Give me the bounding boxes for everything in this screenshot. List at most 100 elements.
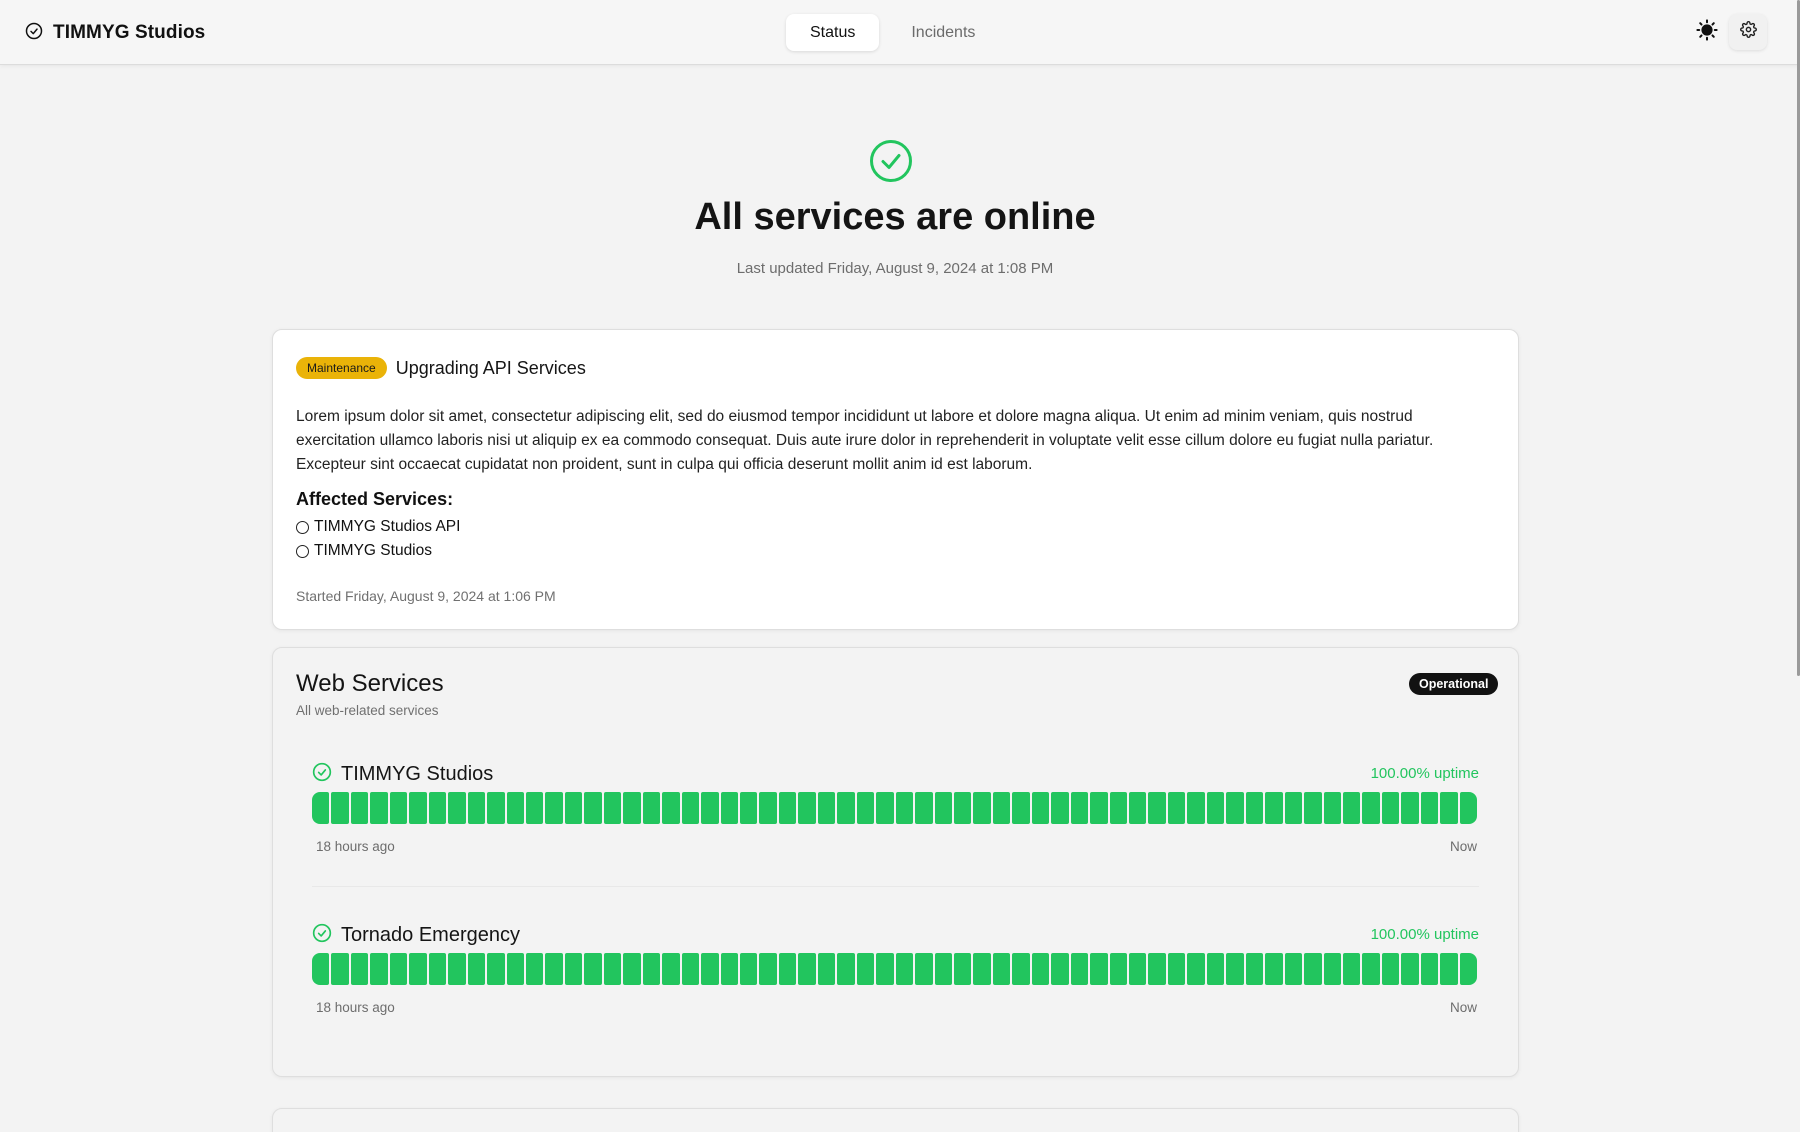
uptime-segment[interactable]: [603, 953, 622, 985]
uptime-segment[interactable]: [798, 792, 816, 824]
uptime-segment[interactable]: [1012, 792, 1030, 824]
uptime-segment[interactable]: [1343, 953, 1361, 985]
uptime-segment[interactable]: [953, 792, 972, 824]
uptime-segment[interactable]: [584, 953, 602, 985]
uptime-segment[interactable]: [1265, 953, 1283, 985]
uptime-segment[interactable]: [934, 792, 952, 824]
uptime-segment[interactable]: [759, 953, 777, 985]
uptime-segment[interactable]: [1362, 792, 1380, 824]
uptime-segment[interactable]: [506, 792, 524, 824]
uptime-segment[interactable]: [1206, 792, 1225, 824]
uptime-segment[interactable]: [370, 953, 388, 985]
uptime-segment[interactable]: [1070, 953, 1089, 985]
uptime-segment[interactable]: [1109, 792, 1128, 824]
uptime-segment[interactable]: [1401, 792, 1419, 824]
uptime-segment[interactable]: [467, 792, 486, 824]
tab-status[interactable]: Status: [786, 14, 880, 51]
uptime-segment[interactable]: [915, 953, 933, 985]
uptime-segment[interactable]: [525, 953, 544, 985]
uptime-segment[interactable]: [487, 953, 505, 985]
uptime-segment[interactable]: [1051, 792, 1069, 824]
uptime-segment[interactable]: [448, 953, 466, 985]
uptime-segment[interactable]: [1167, 792, 1186, 824]
uptime-segment[interactable]: [837, 792, 855, 824]
uptime-segment[interactable]: [1459, 792, 1478, 824]
uptime-segment[interactable]: [1440, 953, 1458, 985]
uptime-segment[interactable]: [564, 953, 583, 985]
uptime-segment[interactable]: [428, 953, 447, 985]
uptime-segment[interactable]: [992, 792, 1011, 824]
uptime-segment[interactable]: [953, 953, 972, 985]
uptime-segment[interactable]: [1031, 792, 1050, 824]
uptime-segment[interactable]: [312, 792, 330, 824]
uptime-segment[interactable]: [1167, 953, 1186, 985]
uptime-segment[interactable]: [739, 953, 758, 985]
uptime-segment[interactable]: [623, 792, 641, 824]
uptime-segment[interactable]: [409, 792, 427, 824]
uptime-segment[interactable]: [448, 792, 466, 824]
uptime-segment[interactable]: [1401, 953, 1419, 985]
uptime-segment[interactable]: [1304, 792, 1322, 824]
uptime-segment[interactable]: [876, 953, 894, 985]
uptime-segment[interactable]: [1226, 953, 1244, 985]
tab-incidents[interactable]: Incidents: [887, 14, 999, 51]
uptime-segment[interactable]: [992, 953, 1011, 985]
uptime-segment[interactable]: [603, 792, 622, 824]
uptime-segment[interactable]: [350, 953, 369, 985]
uptime-segment[interactable]: [525, 792, 544, 824]
uptime-segment[interactable]: [876, 792, 894, 824]
uptime-segment[interactable]: [681, 792, 700, 824]
uptime-segment[interactable]: [642, 953, 661, 985]
uptime-segment[interactable]: [837, 953, 855, 985]
uptime-segment[interactable]: [584, 792, 602, 824]
uptime-segment[interactable]: [370, 792, 388, 824]
uptime-segment[interactable]: [1129, 953, 1147, 985]
uptime-segment[interactable]: [720, 953, 738, 985]
uptime-segment[interactable]: [915, 792, 933, 824]
uptime-segment[interactable]: [1070, 792, 1089, 824]
uptime-segment[interactable]: [467, 953, 486, 985]
uptime-segment[interactable]: [817, 953, 836, 985]
uptime-segment[interactable]: [1090, 953, 1108, 985]
uptime-segment[interactable]: [817, 792, 836, 824]
uptime-segment[interactable]: [720, 792, 738, 824]
uptime-segment[interactable]: [1284, 792, 1303, 824]
uptime-segment[interactable]: [895, 953, 914, 985]
uptime-segment[interactable]: [506, 953, 524, 985]
uptime-segment[interactable]: [331, 792, 349, 824]
uptime-segment[interactable]: [1226, 792, 1244, 824]
uptime-segment[interactable]: [1051, 953, 1069, 985]
uptime-segment[interactable]: [623, 953, 641, 985]
uptime-segment[interactable]: [895, 792, 914, 824]
uptime-segment[interactable]: [312, 953, 330, 985]
uptime-segment[interactable]: [350, 792, 369, 824]
brand[interactable]: TIMMYG Studios: [25, 20, 205, 46]
uptime-segment[interactable]: [545, 792, 563, 824]
uptime-segment[interactable]: [389, 953, 408, 985]
uptime-segment[interactable]: [1440, 792, 1458, 824]
uptime-segment[interactable]: [1012, 953, 1030, 985]
uptime-segment[interactable]: [1323, 792, 1342, 824]
uptime-segment[interactable]: [1187, 953, 1205, 985]
uptime-segment[interactable]: [1362, 953, 1380, 985]
uptime-segment[interactable]: [662, 792, 680, 824]
uptime-segment[interactable]: [409, 953, 427, 985]
uptime-segment[interactable]: [428, 792, 447, 824]
uptime-segment[interactable]: [1109, 953, 1128, 985]
uptime-segment[interactable]: [662, 953, 680, 985]
uptime-segment[interactable]: [1090, 792, 1108, 824]
uptime-segment[interactable]: [973, 792, 991, 824]
uptime-segment[interactable]: [973, 953, 991, 985]
uptime-segment[interactable]: [798, 953, 816, 985]
uptime-segment[interactable]: [1304, 953, 1322, 985]
uptime-segment[interactable]: [778, 953, 797, 985]
uptime-segment[interactable]: [681, 953, 700, 985]
uptime-segment[interactable]: [1420, 792, 1439, 824]
uptime-segment[interactable]: [487, 792, 505, 824]
uptime-segment[interactable]: [1381, 792, 1400, 824]
uptime-segment[interactable]: [1381, 953, 1400, 985]
uptime-segment[interactable]: [642, 792, 661, 824]
uptime-segment[interactable]: [1323, 953, 1342, 985]
uptime-segment[interactable]: [934, 953, 952, 985]
uptime-segment[interactable]: [856, 792, 875, 824]
